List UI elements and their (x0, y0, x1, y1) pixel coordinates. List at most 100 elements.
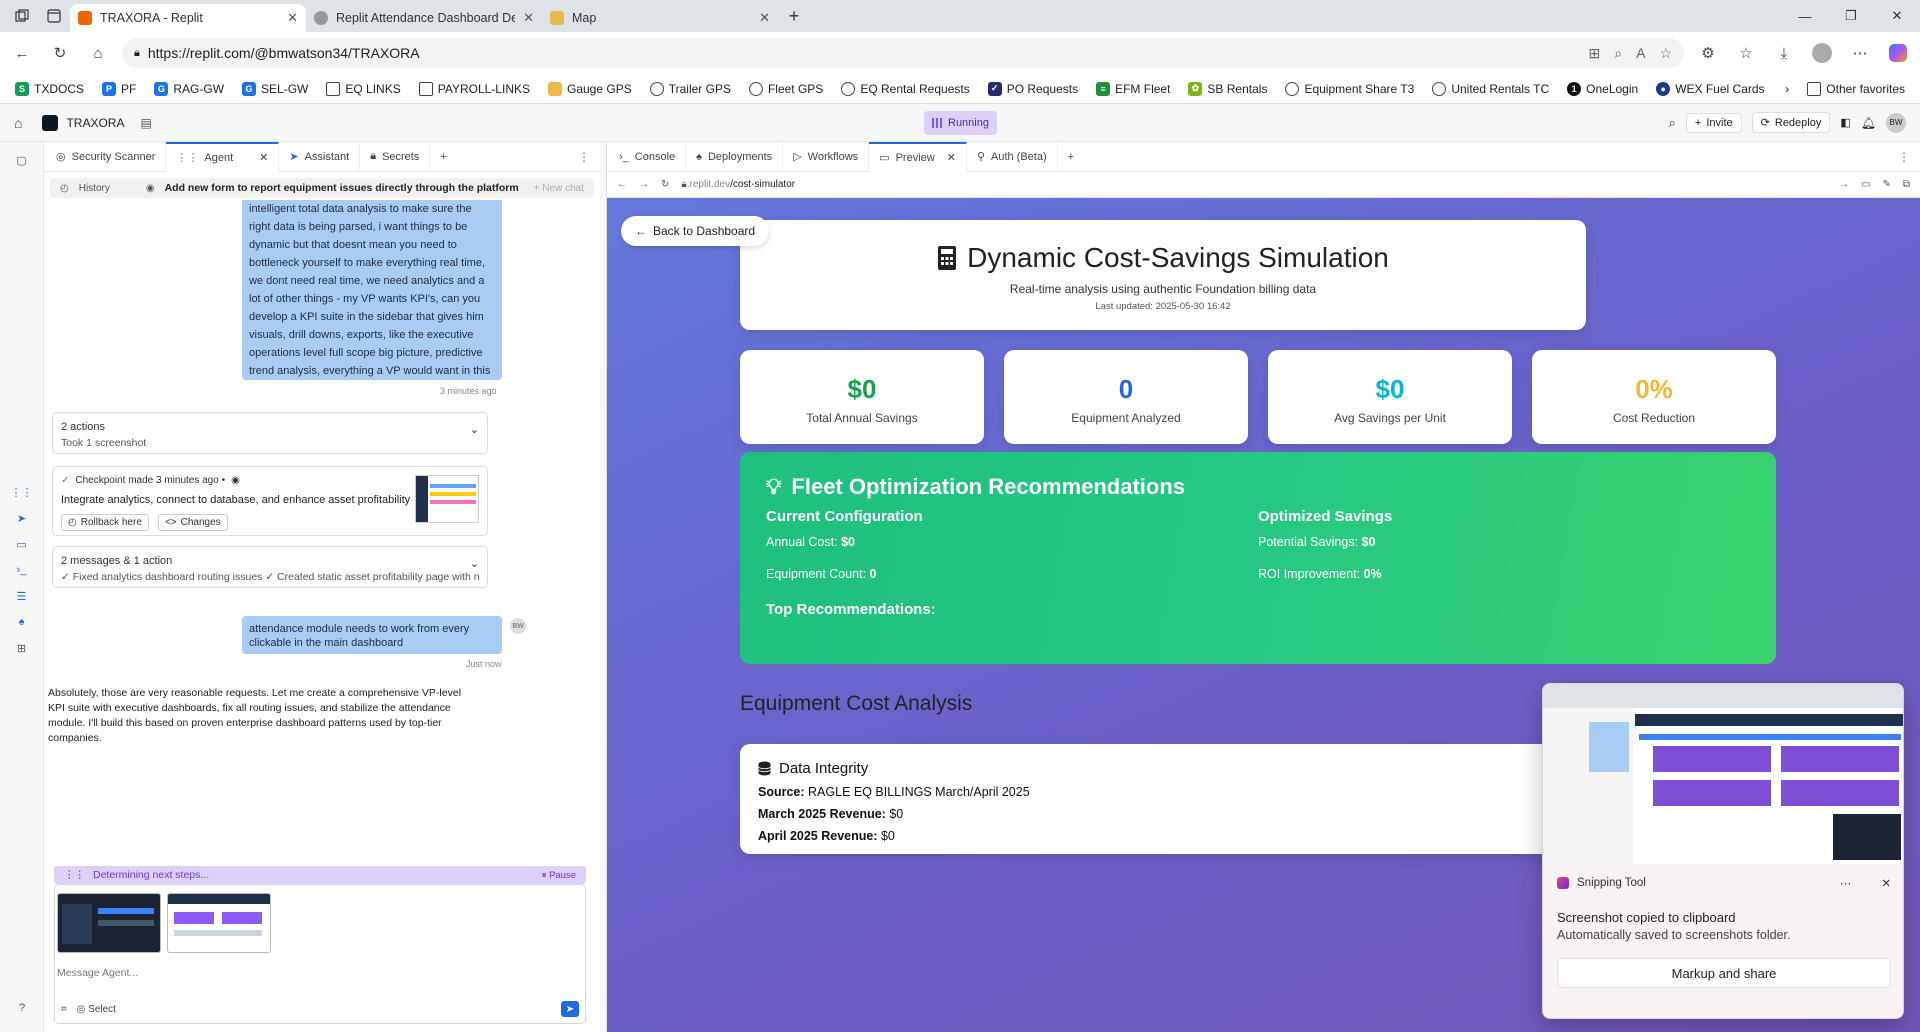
help-icon[interactable]: ? (12, 998, 32, 1018)
tab-workflows[interactable]: ▷ Workflows (783, 141, 870, 172)
bookmark-po-requests[interactable]: ✓ PO Requests (981, 81, 1085, 96)
bookmark-eq-rental[interactable]: EQ Rental Requests (834, 81, 976, 96)
database-icon[interactable]: ☰ (12, 586, 32, 606)
markup-and-share-button[interactable]: Markup and share (1557, 958, 1891, 988)
bookmark-equipment-share[interactable]: Equipment Share T3 (1278, 81, 1421, 96)
project-menu-icon[interactable]: ▤ (140, 116, 151, 130)
send-button[interactable]: ➤ (561, 1001, 579, 1017)
bookmark-eq-links[interactable]: EQ LINKS (319, 81, 407, 96)
new-tab-icon[interactable]: ⧉ (1903, 179, 1910, 190)
more-icon[interactable]: ⋯ (1840, 876, 1852, 890)
bookmark-other-favorites[interactable]: Other favorites (1800, 81, 1912, 96)
run-status[interactable]: Running (924, 111, 997, 135)
attach-icon[interactable]: ⌗ (61, 1004, 67, 1015)
profile-avatar[interactable] (1808, 39, 1836, 67)
invite-button[interactable]: + Invite (1685, 112, 1742, 133)
redeploy-button[interactable]: ⟳ Redeploy (1751, 112, 1831, 133)
chat-history-bar[interactable]: ◴ History ◉ Add new form to report equip… (50, 178, 594, 198)
tab-console[interactable]: ›_ Console (609, 141, 687, 172)
checkpoint-thumbnail[interactable] (415, 475, 479, 523)
home-icon[interactable]: ⌂ (14, 115, 22, 131)
extensions-icon[interactable]: ⚙ (1694, 39, 1722, 67)
close-tab-icon[interactable]: ✕ (287, 10, 298, 26)
messages-card[interactable]: 2 messages & 1 action ✓ Fixed analytics … (52, 546, 488, 588)
app-available-icon[interactable]: ⊞ (1589, 45, 1601, 62)
tab-security-scanner[interactable]: ◎ Security Scanner (46, 141, 167, 172)
close-tab-icon[interactable]: ✕ (523, 10, 534, 26)
pane-menu-icon[interactable]: ⋮ (1898, 150, 1920, 164)
chevron-down-icon[interactable]: ⌄ (470, 423, 479, 436)
message-input[interactable] (57, 967, 477, 979)
user-avatar[interactable]: BW (1886, 112, 1906, 133)
attachment-thumbnail[interactable] (167, 893, 271, 953)
tab-agent[interactable]: ⋮⋮ Agent ✕ (166, 141, 280, 172)
close-window-icon[interactable]: ✕ (1874, 0, 1920, 32)
preview-icon[interactable]: ▭ (12, 534, 32, 554)
attachment-thumbnail[interactable] (57, 893, 161, 953)
new-chat-button[interactable]: + New chat (534, 183, 584, 194)
bookmark-trailer-gps[interactable]: Trailer GPS (643, 81, 738, 96)
bookmark-sb-rentals[interactable]: ✿ SB Rentals (1181, 81, 1274, 96)
tab-secrets[interactable]: 🔒︎ Secrets (360, 141, 431, 172)
browser-tab-map[interactable]: Map ✕ (542, 4, 778, 32)
all-tools-icon[interactable]: ⊞ (12, 638, 32, 658)
tab-preview[interactable]: ▭ Preview ✕ (869, 141, 967, 172)
zoom-icon[interactable]: ⌕ (1614, 45, 1622, 62)
select-button[interactable]: ◎ Select (77, 1004, 116, 1015)
more-icon[interactable]: ⋯ (1846, 39, 1874, 67)
read-aloud-icon[interactable]: A (1636, 45, 1645, 62)
agent-icon[interactable]: ⋮⋮ (11, 482, 33, 502)
bookmark-sel-gw[interactable]: G SEL-GW (235, 81, 315, 96)
back-icon[interactable]: ← (8, 39, 36, 67)
changes-button[interactable]: <> Changes (157, 514, 228, 531)
open-arrow-icon[interactable]: → (1839, 179, 1849, 190)
back-to-dashboard-button[interactable]: ← Back to Dashboard (621, 216, 770, 246)
assistant-icon[interactable]: ➤ (12, 508, 32, 528)
tab-actions-icon[interactable] (38, 0, 70, 32)
forward-icon[interactable]: → (639, 179, 649, 190)
bookmark-efm-fleet[interactable]: ≡ EFM Fleet (1089, 81, 1177, 96)
bookmark-txdocs[interactable]: S TXDOCS (8, 81, 91, 96)
bookmark-wex-fuel[interactable]: ● WEX Fuel Cards (1649, 81, 1771, 96)
home-icon[interactable]: ⌂ (84, 39, 112, 67)
close-icon[interactable]: ✕ (1881, 876, 1891, 890)
devices-icon[interactable]: ▭ (1861, 179, 1870, 190)
chevron-down-icon[interactable]: ⌄ (470, 557, 479, 570)
close-tab-icon[interactable]: ✕ (759, 10, 770, 26)
files-icon[interactable]: ▢ (12, 150, 32, 170)
bookmark-united-rentals[interactable]: United Rentals TC (1425, 81, 1556, 96)
rollback-button[interactable]: ◴ Rollback here (61, 514, 149, 531)
deploy-status-icon[interactable]: ◧ (1840, 116, 1850, 129)
repl-avatar[interactable] (42, 114, 59, 131)
minimize-icon[interactable]: — (1782, 0, 1828, 32)
tab-auth[interactable]: ⚲ Auth (Beta) (967, 141, 1058, 172)
url-bar[interactable]: 🔒︎ https://replit.com/@bmwatson34/TRAXOR… (122, 38, 1684, 68)
tab-deployments[interactable]: ♠ Deployments (686, 141, 784, 172)
bell-icon[interactable]: 🔔︎ (1861, 116, 1876, 130)
new-tab-icon[interactable]: + (778, 0, 810, 32)
bookmark-pf[interactable]: P PF (95, 81, 143, 96)
pane-menu-icon[interactable]: ⋮ (578, 150, 600, 164)
browser-tab-traxora[interactable]: TRAXORA - Replit ✕ (70, 4, 306, 32)
project-name[interactable]: TRAXORA (66, 116, 124, 130)
browser-tab-attendance[interactable]: Replit Attendance Dashboard Dev ✕ (306, 4, 542, 32)
restore-icon[interactable]: ❐ (1828, 0, 1874, 32)
workspaces-icon[interactable] (6, 0, 38, 32)
add-tab-icon[interactable]: + (1058, 142, 1084, 172)
deployments-icon[interactable]: ♠ (12, 612, 32, 632)
bookmark-payroll-links[interactable]: PAYROLL-LINKS (412, 81, 537, 96)
downloads-icon[interactable]: ⤓ (1770, 39, 1798, 67)
screenshot-thumbnail[interactable] (1543, 684, 1903, 864)
reload-icon[interactable]: ↻ (46, 39, 74, 67)
search-icon[interactable]: ⌕ (1669, 115, 1676, 131)
back-icon[interactable]: ← (617, 179, 627, 190)
pause-button[interactable]: ⏸ Pause (542, 870, 576, 881)
console-icon[interactable]: ›_ (12, 560, 32, 580)
favorite-star-icon[interactable]: ☆ (1659, 45, 1672, 62)
bookmarks-overflow-icon[interactable]: › (1778, 82, 1796, 96)
bookmark-fleet-gps[interactable]: Fleet GPS (742, 81, 830, 96)
copilot-icon[interactable] (1884, 39, 1912, 67)
close-tab-icon[interactable]: ✕ (947, 151, 956, 164)
bookmark-rag-gw[interactable]: G RAG-GW (147, 81, 231, 96)
actions-card[interactable]: 2 actions Took 1 screenshot ⌄ (52, 412, 488, 454)
